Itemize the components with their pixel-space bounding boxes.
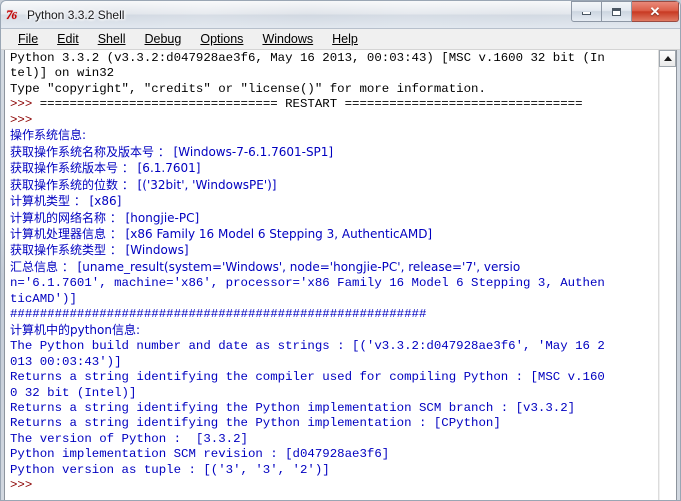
console-line: Type "copyright", "credits" or "license(…: [10, 82, 658, 97]
console-line: 0 32 bit (Intel)]: [10, 386, 658, 401]
console-line-text: ticAMD')]: [10, 291, 77, 306]
console-line-text: ================================ RESTART…: [39, 97, 583, 112]
menu-item-options[interactable]: Options: [192, 31, 252, 47]
menu-item-file[interactable]: File: [10, 31, 47, 47]
console-line-text: 获取操作系统类型 ： [Windows]: [10, 243, 189, 258]
console-line: tel)] on win32: [10, 66, 658, 81]
minimize-icon: [582, 12, 591, 15]
console-output[interactable]: Python 3.3.2 (v3.3.2:d047928ae3f6, May 1…: [5, 50, 658, 500]
menu-label-debug: Debug: [144, 32, 182, 46]
python-logo-icon: 76: [6, 6, 17, 22]
title-bar[interactable]: 76 Python 3.3.2 Shell ✕: [1, 1, 680, 29]
console-line: 计算机的网络名称 ： [hongjie-PC]: [10, 211, 658, 227]
console-line-text: 计算机的网络名称 ： [hongjie-PC]: [10, 210, 200, 225]
console-line-text: Python version as tuple : [('3', '3', '2…: [10, 462, 330, 477]
menu-label-options: Options: [200, 32, 244, 46]
maximize-icon: [612, 7, 621, 16]
console-line: 获取操作系统名称及版本号 ： [Windows-7-6.1.7601-SP1]: [10, 145, 658, 161]
console-line-text: tel)] on win32: [10, 66, 115, 81]
console-line-text: Python 3.3.2 (v3.3.2:d047928ae3f6, May 1…: [10, 51, 605, 65]
console-line-text: The Python build number and date as stri…: [10, 339, 605, 354]
console-line-text: 获取操作系统名称及版本号 ： [Windows-7-6.1.7601-SP1]: [10, 144, 334, 159]
minimize-button[interactable]: [571, 1, 602, 22]
console-line: ticAMD')]: [10, 292, 658, 307]
console-line: >>> ================================ RES…: [10, 97, 658, 112]
console-line: >>>: [10, 478, 658, 493]
console-line: 计算机类型 ： [x86]: [10, 194, 658, 210]
menu-item-debug[interactable]: Debug: [137, 31, 191, 47]
menu-label-help: Help: [332, 32, 358, 46]
console-line: The Python build number and date as stri…: [10, 339, 658, 354]
console-line: 获取操作系统类型 ： [Windows]: [10, 243, 658, 259]
console-line: The version of Python : [3.3.2]: [10, 432, 658, 447]
shell-client-area: Python 3.3.2 (v3.3.2:d047928ae3f6, May 1…: [4, 50, 677, 500]
menu-item-help[interactable]: Help: [324, 31, 367, 47]
console-line: Returns a string identifying the Python …: [10, 401, 658, 416]
console-line: ########################################…: [10, 307, 658, 322]
console-line-text: 计算机类型 ： [x86]: [10, 194, 122, 209]
console-line-text: Type "copyright", "credits" or "license(…: [10, 81, 486, 96]
menu-label-file: File: [18, 32, 39, 46]
console-line-text: 获取操作系统的位数 ： [('32bit', 'WindowsPE')]: [10, 177, 277, 192]
console-line: 013 00:03:43')]: [10, 355, 658, 370]
window-controls: ✕: [571, 1, 679, 22]
console-line: 计算机处理器信息 ： [x86 Family 16 Model 6 Steppi…: [10, 227, 658, 243]
menu-label-edit: Edit: [57, 32, 79, 46]
console-line-text: 操作系统信息:: [10, 128, 87, 143]
prompt-marker: >>>: [10, 112, 40, 127]
console-line-text: n='6.1.7601', machine='x86', processor='…: [10, 276, 605, 291]
menu-item-shell[interactable]: Shell: [90, 31, 135, 47]
console-line-text: 013 00:03:43')]: [10, 354, 122, 369]
console-line-text: 获取操作系统版本号 ： [6.1.7601]: [10, 161, 201, 176]
console-line: Python 3.3.2 (v3.3.2:d047928ae3f6, May 1…: [10, 51, 658, 66]
menu-item-windows[interactable]: Windows: [254, 31, 322, 47]
console-line: >>>: [10, 113, 658, 128]
maximize-button[interactable]: [602, 1, 632, 22]
console-line: 计算机中的python信息:: [10, 323, 658, 339]
prompt-marker: >>>: [10, 97, 40, 112]
menu-label-windows: Windows: [262, 32, 314, 46]
console-line-text: 0 32 bit (Intel)]: [10, 385, 137, 400]
menu-label-shell: Shell: [97, 32, 126, 46]
scrollbar-track[interactable]: [659, 67, 676, 500]
vertical-scrollbar[interactable]: [658, 50, 676, 500]
menu-bar: File Edit Shell Debug Options Windows He…: [1, 29, 680, 50]
console-line-text: Python implementation SCM revision : [d0…: [10, 447, 390, 462]
console-line: Returns a string identifying the compile…: [10, 370, 658, 385]
console-line-text: Returns a string identifying the Python …: [10, 416, 501, 431]
console-line-text: 计算机处理器信息 ： [x86 Family 16 Model 6 Steppi…: [10, 226, 433, 241]
console-line-text: Returns a string identifying the compile…: [10, 370, 605, 385]
console-line: Python implementation SCM revision : [d0…: [10, 447, 658, 462]
console-line-text: The version of Python : [3.3.2]: [10, 431, 248, 446]
scroll-up-button[interactable]: [659, 50, 676, 67]
console-line-text: Returns a string identifying the Python …: [10, 400, 576, 415]
console-line-text: 汇总信息 ： [uname_result(system='Windows', n…: [10, 259, 521, 274]
menu-item-edit[interactable]: Edit: [49, 31, 88, 47]
console-line: 汇总信息 ： [uname_result(system='Windows', n…: [10, 260, 658, 276]
console-line-text: ########################################…: [10, 307, 427, 322]
prompt-marker: >>>: [10, 478, 40, 493]
close-button[interactable]: ✕: [632, 1, 679, 22]
console-line: 获取操作系统版本号 ： [6.1.7601]: [10, 161, 658, 177]
scroll-up-arrow-icon: [663, 56, 672, 61]
console-line: Python version as tuple : [('3', '3', '2…: [10, 463, 658, 478]
console-line: 操作系统信息:: [10, 128, 658, 144]
close-icon: ✕: [649, 4, 661, 19]
window-title: Python 3.3.2 Shell: [27, 7, 125, 22]
console-line: n='6.1.7601', machine='x86', processor='…: [10, 276, 658, 291]
console-line: 获取操作系统的位数 ： [('32bit', 'WindowsPE')]: [10, 178, 658, 194]
console-line: Returns a string identifying the Python …: [10, 416, 658, 431]
python-shell-window: 76 Python 3.3.2 Shell ✕ File Edit Shell …: [0, 0, 681, 501]
console-line-text: 计算机中的python信息:: [10, 322, 141, 337]
